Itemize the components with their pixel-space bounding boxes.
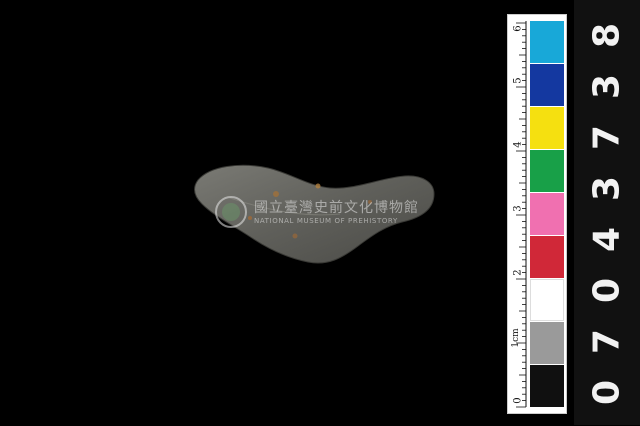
color-swatches [530,21,564,407]
ruler-number-6: 6 [512,25,524,32]
color-scale-bar: 6 5 4 3 2 1cm 0 [507,14,567,414]
ruler-number-0: 0 [512,397,524,404]
catalog-number-strip: 8 3 7 3 4 0 7 0 [574,0,640,425]
swatch-yellow [530,107,564,149]
ruler-number-2: 2 [512,269,524,276]
swatch-blue [530,64,564,106]
swatch-black [530,365,564,407]
ruler-number-5: 5 [512,77,524,84]
ruler-unit-label: 1cm [511,328,521,348]
museum-watermark: 國立臺灣史前文化博物館 NATIONAL MUSEUM OF PREHISTOR… [214,195,429,231]
swatch-white [530,279,564,321]
swatch-magenta [530,193,564,235]
watermark-name-en: NATIONAL MUSEUM OF PREHISTORY [254,217,398,225]
photo-background: 國立臺灣史前文化博物館 NATIONAL MUSEUM OF PREHISTOR… [0,0,640,425]
swatch-gray [530,322,564,364]
swatch-cyan [530,21,564,63]
catalog-digit: 0 [586,379,628,406]
museum-seal-icon [215,196,247,228]
swatch-red [530,236,564,278]
ruler-number-3: 3 [512,205,524,212]
watermark-name-zh: 國立臺灣史前文化博物館 [254,200,419,216]
ruler-number-4: 4 [512,141,524,148]
swatch-green [530,150,564,192]
